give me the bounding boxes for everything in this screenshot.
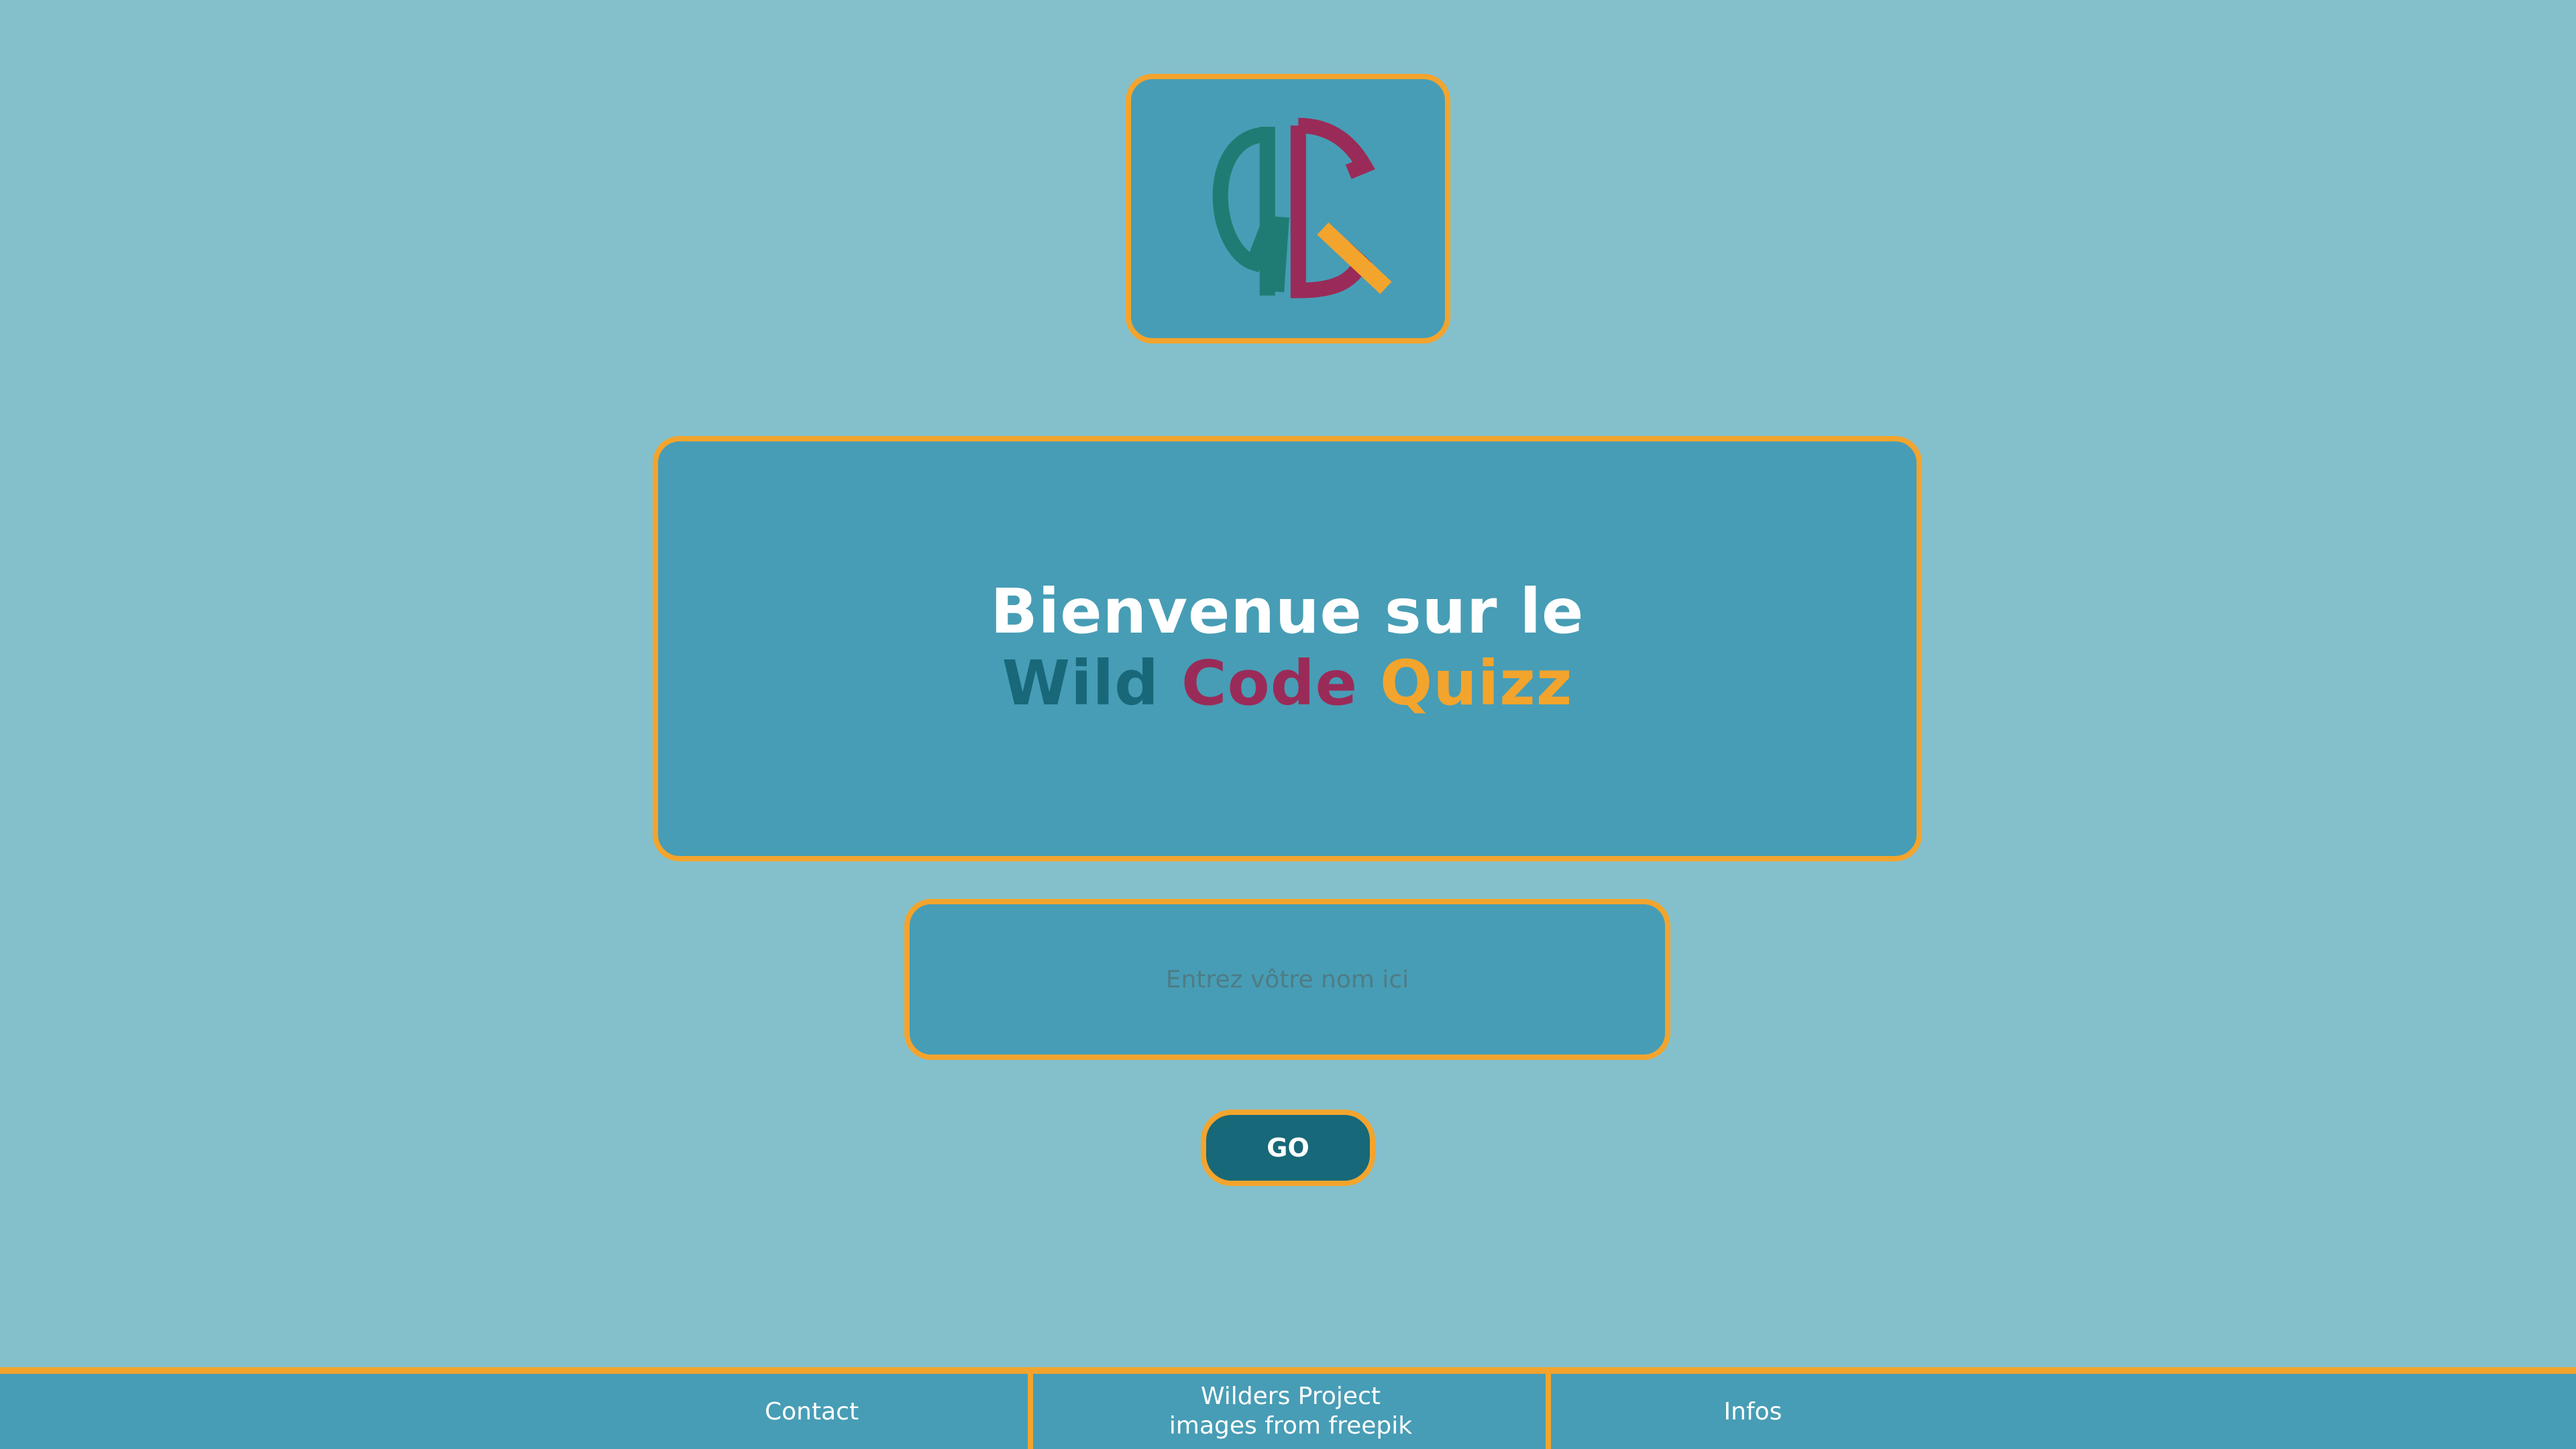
title-word-code: Code	[1181, 647, 1358, 719]
wcq-logo	[1212, 117, 1392, 299]
title-word-quizz: Quizz	[1380, 647, 1573, 719]
home-page: Bienvenue sur le Wild Code Quizz GO Cont…	[0, 0, 2576, 1449]
footer-project-text: Wilders Project	[1201, 1383, 1381, 1410]
name-field-container	[904, 899, 1670, 1060]
logo-box	[1126, 74, 1450, 343]
player-name-input[interactable]	[910, 904, 1665, 1055]
footer-credits: Wilders Project images from freepik	[1033, 1374, 1548, 1449]
footer-contact-link[interactable]: Contact	[765, 1374, 859, 1449]
welcome-heading: Bienvenue sur le	[990, 576, 1585, 647]
footer: Contact Wilders Project images from free…	[0, 1367, 2576, 1449]
footer-divider-left	[1028, 1374, 1033, 1449]
footer-infos-link[interactable]: Infos	[1548, 1374, 1957, 1449]
app-name-title: Wild Code Quizz	[1002, 647, 1573, 720]
welcome-panel: Bienvenue sur le Wild Code Quizz	[653, 436, 1922, 861]
footer-images-credit: images from freepik	[1169, 1412, 1413, 1440]
go-button[interactable]: GO	[1201, 1110, 1375, 1186]
title-word-wild: Wild	[1002, 647, 1159, 719]
